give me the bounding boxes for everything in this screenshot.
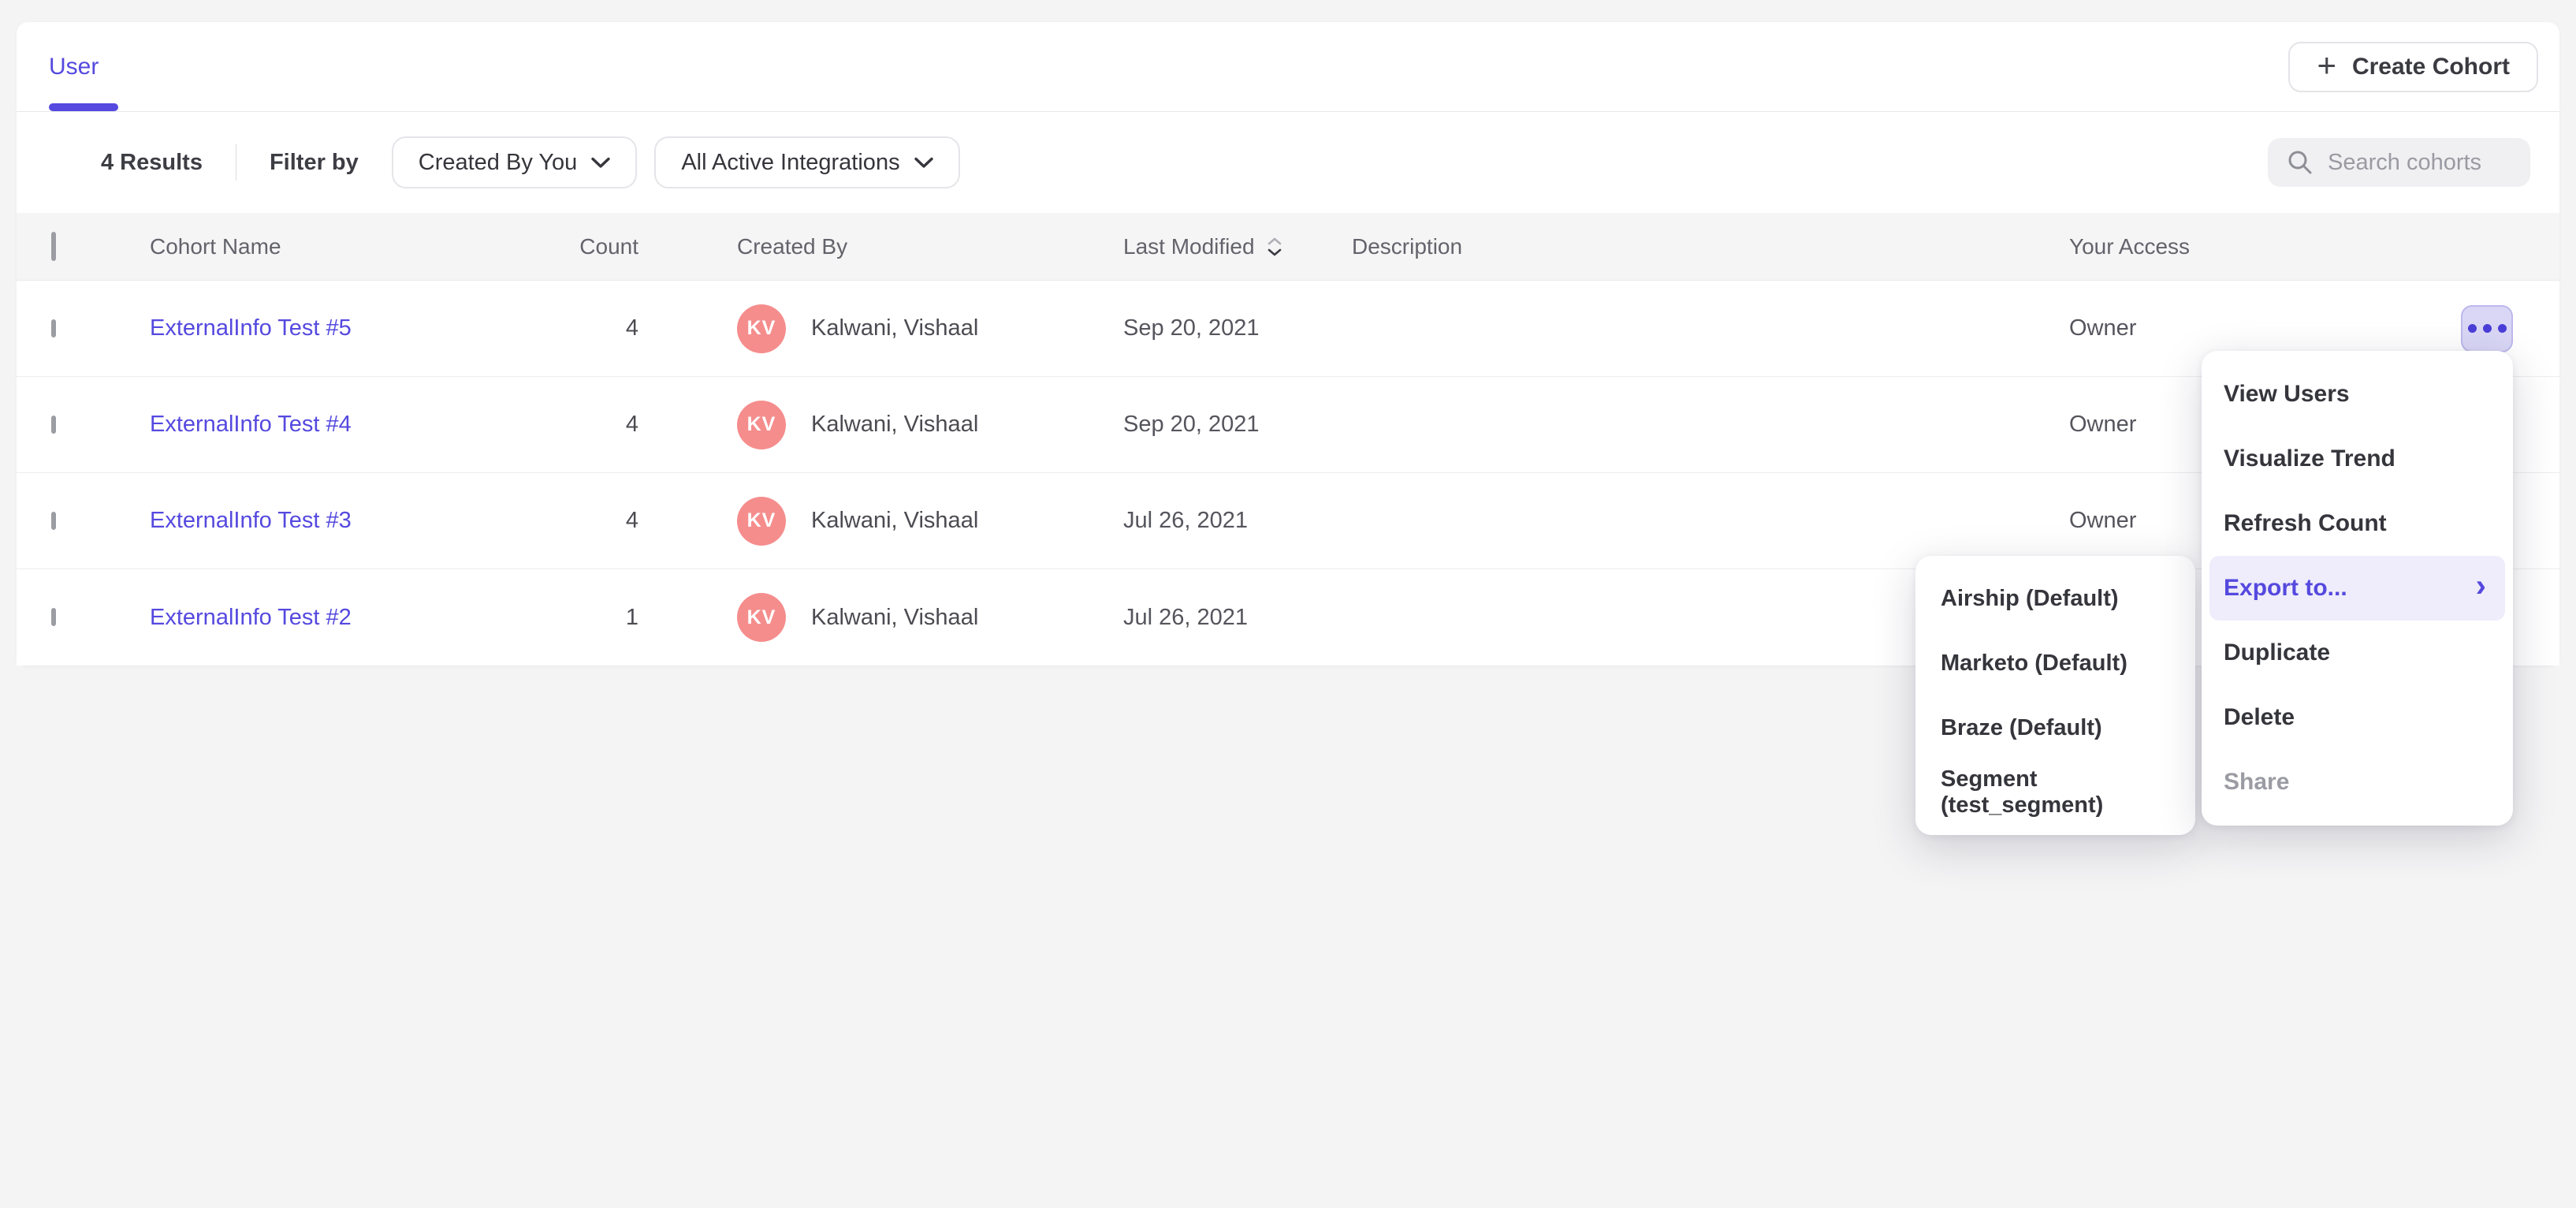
access-value: Owner — [2069, 412, 2136, 437]
created-by-filter-dropdown[interactable]: Created By You — [392, 136, 638, 188]
submenu-arrow-icon: › — [2476, 570, 2486, 602]
cohort-count: 4 — [626, 508, 638, 533]
chevron-down-icon — [591, 157, 610, 169]
cohort-count: 4 — [626, 412, 638, 437]
menu-item-view-users[interactable]: View Users — [2209, 362, 2505, 427]
export-submenu: Airship (Default) Marketo (Default) Braz… — [1915, 556, 2195, 835]
cohort-count: 4 — [626, 315, 638, 341]
chevron-down-icon — [914, 157, 933, 169]
tab-bar: User + Create Cohort — [17, 22, 2559, 112]
last-modified-date: Jul 26, 2021 — [1123, 508, 1248, 533]
created-by-name: Kalwani, Vishaal — [811, 315, 978, 341]
search-icon — [2287, 149, 2314, 176]
avatar: KV — [737, 401, 786, 449]
cohort-name-link[interactable]: ExternalInfo Test #3 — [150, 508, 352, 533]
table-row: ExternalInfo Test #3 4 KV Kalwani, Visha… — [17, 473, 2559, 569]
row-checkbox[interactable] — [51, 608, 56, 626]
row-checkbox[interactable] — [51, 416, 56, 434]
access-value: Owner — [2069, 315, 2136, 341]
active-tab-underline — [49, 103, 118, 111]
avatar: KV — [737, 304, 786, 353]
results-count: 4 Results — [101, 150, 203, 176]
table-row: ExternalInfo Test #5 4 KV Kalwani, Visha… — [17, 281, 2559, 377]
cohort-name-link[interactable]: ExternalInfo Test #4 — [150, 412, 352, 437]
create-cohort-button[interactable]: + Create Cohort — [2288, 42, 2538, 92]
menu-item-share: Share — [2209, 750, 2505, 815]
column-header-count: Count — [505, 234, 638, 259]
last-modified-date: Sep 20, 2021 — [1123, 412, 1260, 437]
menu-item-visualize-trend[interactable]: Visualize Trend — [2209, 427, 2505, 491]
row-actions-menu: View Users Visualize Trend Refresh Count… — [2202, 351, 2513, 826]
plus-icon: + — [2317, 49, 2336, 82]
integrations-filter-dropdown[interactable]: All Active Integrations — [654, 136, 959, 188]
avatar: KV — [737, 497, 786, 546]
ellipsis-icon — [2468, 324, 2507, 333]
tab-user[interactable]: User — [49, 22, 99, 111]
column-header-cohort-name: Cohort Name — [150, 234, 505, 259]
create-cohort-label: Create Cohort — [2352, 54, 2510, 80]
sort-icon — [1268, 237, 1282, 256]
column-header-last-modified[interactable]: Last Modified — [1123, 234, 1352, 259]
menu-item-duplicate[interactable]: Duplicate — [2209, 621, 2505, 685]
created-by-filter-label: Created By You — [419, 150, 578, 176]
row-checkbox[interactable] — [51, 319, 56, 337]
table-row: ExternalInfo Test #4 4 KV Kalwani, Visha… — [17, 377, 2559, 473]
cohort-name-link[interactable]: ExternalInfo Test #2 — [150, 605, 352, 630]
submenu-item-braze[interactable]: Braze (Default) — [1915, 695, 2195, 760]
submenu-item-airship[interactable]: Airship (Default) — [1915, 566, 2195, 631]
created-by-name: Kalwani, Vishaal — [811, 605, 978, 631]
column-header-description: Description — [1352, 234, 2069, 259]
table-header: Cohort Name Count Created By Last Modifi… — [17, 213, 2559, 281]
submenu-item-marketo[interactable]: Marketo (Default) — [1915, 631, 2195, 695]
filter-by-label: Filter by — [270, 150, 359, 176]
row-checkbox[interactable] — [51, 512, 56, 530]
menu-item-export-to[interactable]: Export to... › — [2209, 556, 2505, 621]
search-input[interactable] — [2328, 150, 2511, 176]
cohorts-page: User + Create Cohort 4 Results Filter by… — [0, 0, 2576, 1208]
menu-item-refresh-count[interactable]: Refresh Count — [2209, 491, 2505, 556]
select-all-checkbox[interactable] — [51, 232, 56, 261]
search-box — [2268, 138, 2530, 187]
last-modified-date: Sep 20, 2021 — [1123, 315, 1260, 341]
created-by-name: Kalwani, Vishaal — [811, 412, 978, 438]
avatar: KV — [737, 593, 786, 642]
last-modified-date: Jul 26, 2021 — [1123, 605, 1248, 630]
column-header-your-access: Your Access — [2069, 234, 2461, 259]
menu-item-delete[interactable]: Delete — [2209, 685, 2505, 750]
submenu-item-segment[interactable]: Segment (test_segment) — [1915, 760, 2195, 825]
row-actions-button[interactable] — [2461, 305, 2513, 352]
cohort-count: 1 — [626, 605, 638, 630]
access-value: Owner — [2069, 508, 2136, 533]
column-header-created-by: Created By — [638, 234, 1123, 259]
created-by-name: Kalwani, Vishaal — [811, 508, 978, 534]
integrations-filter-label: All Active Integrations — [681, 150, 899, 176]
cohort-name-link[interactable]: ExternalInfo Test #5 — [150, 315, 352, 341]
tab-user-label: User — [49, 54, 99, 80]
filter-toolbar: 4 Results Filter by Created By You All A… — [17, 112, 2559, 213]
